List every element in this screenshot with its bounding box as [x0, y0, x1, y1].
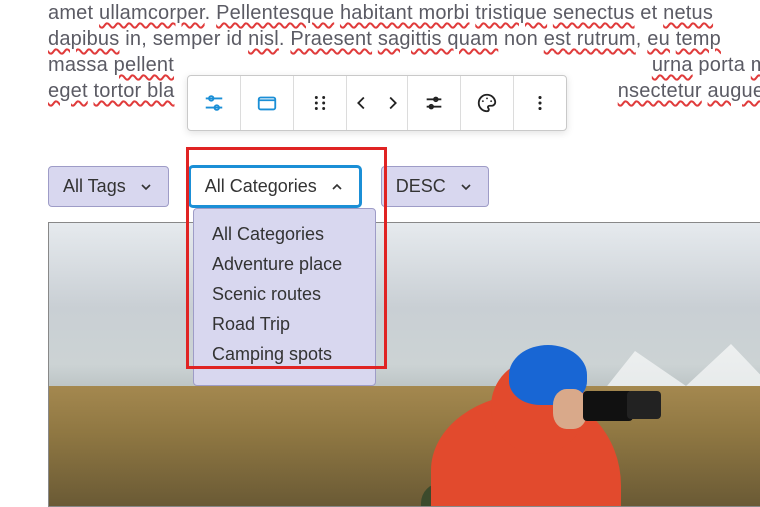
- style-button[interactable]: [461, 76, 514, 130]
- categories-dropdown: All Categories Adventure place Scenic ro…: [193, 208, 376, 386]
- hero-image: [48, 222, 760, 507]
- palette-icon: [476, 92, 498, 114]
- block-type-button[interactable]: [241, 76, 294, 130]
- filter-row: All Tags All Categories DESC: [48, 166, 489, 207]
- chevron-right-icon: [381, 92, 403, 114]
- dropdown-option[interactable]: Scenic routes: [194, 279, 375, 309]
- move-left-button[interactable]: [347, 76, 377, 130]
- sliders-horizontal-icon: [423, 92, 445, 114]
- order-selector[interactable]: DESC: [381, 166, 489, 207]
- more-options-button[interactable]: [514, 76, 566, 130]
- move-right-button[interactable]: [377, 76, 407, 130]
- dropdown-option[interactable]: All Categories: [194, 219, 375, 249]
- tags-selector[interactable]: All Tags: [48, 166, 169, 207]
- sliders-icon: [203, 92, 225, 114]
- align-button[interactable]: [408, 76, 461, 130]
- block-settings-button[interactable]: [188, 76, 241, 130]
- block-toolbar: [187, 75, 567, 131]
- chevron-down-icon: [458, 179, 474, 195]
- dropdown-option[interactable]: Camping spots: [194, 339, 375, 369]
- categories-selector[interactable]: All Categories: [189, 166, 361, 207]
- chevron-left-icon: [351, 92, 373, 114]
- dropdown-option[interactable]: Road Trip: [194, 309, 375, 339]
- categories-label: All Categories: [205, 176, 317, 197]
- dropdown-option[interactable]: Adventure place: [194, 249, 375, 279]
- drag-icon: [309, 92, 331, 114]
- drag-handle[interactable]: [294, 76, 347, 130]
- folder-outline-icon: [256, 92, 278, 114]
- tags-label: All Tags: [63, 176, 126, 197]
- chevron-down-icon: [138, 179, 154, 195]
- order-label: DESC: [396, 176, 446, 197]
- kebab-icon: [529, 92, 551, 114]
- chevron-up-icon: [329, 179, 345, 195]
